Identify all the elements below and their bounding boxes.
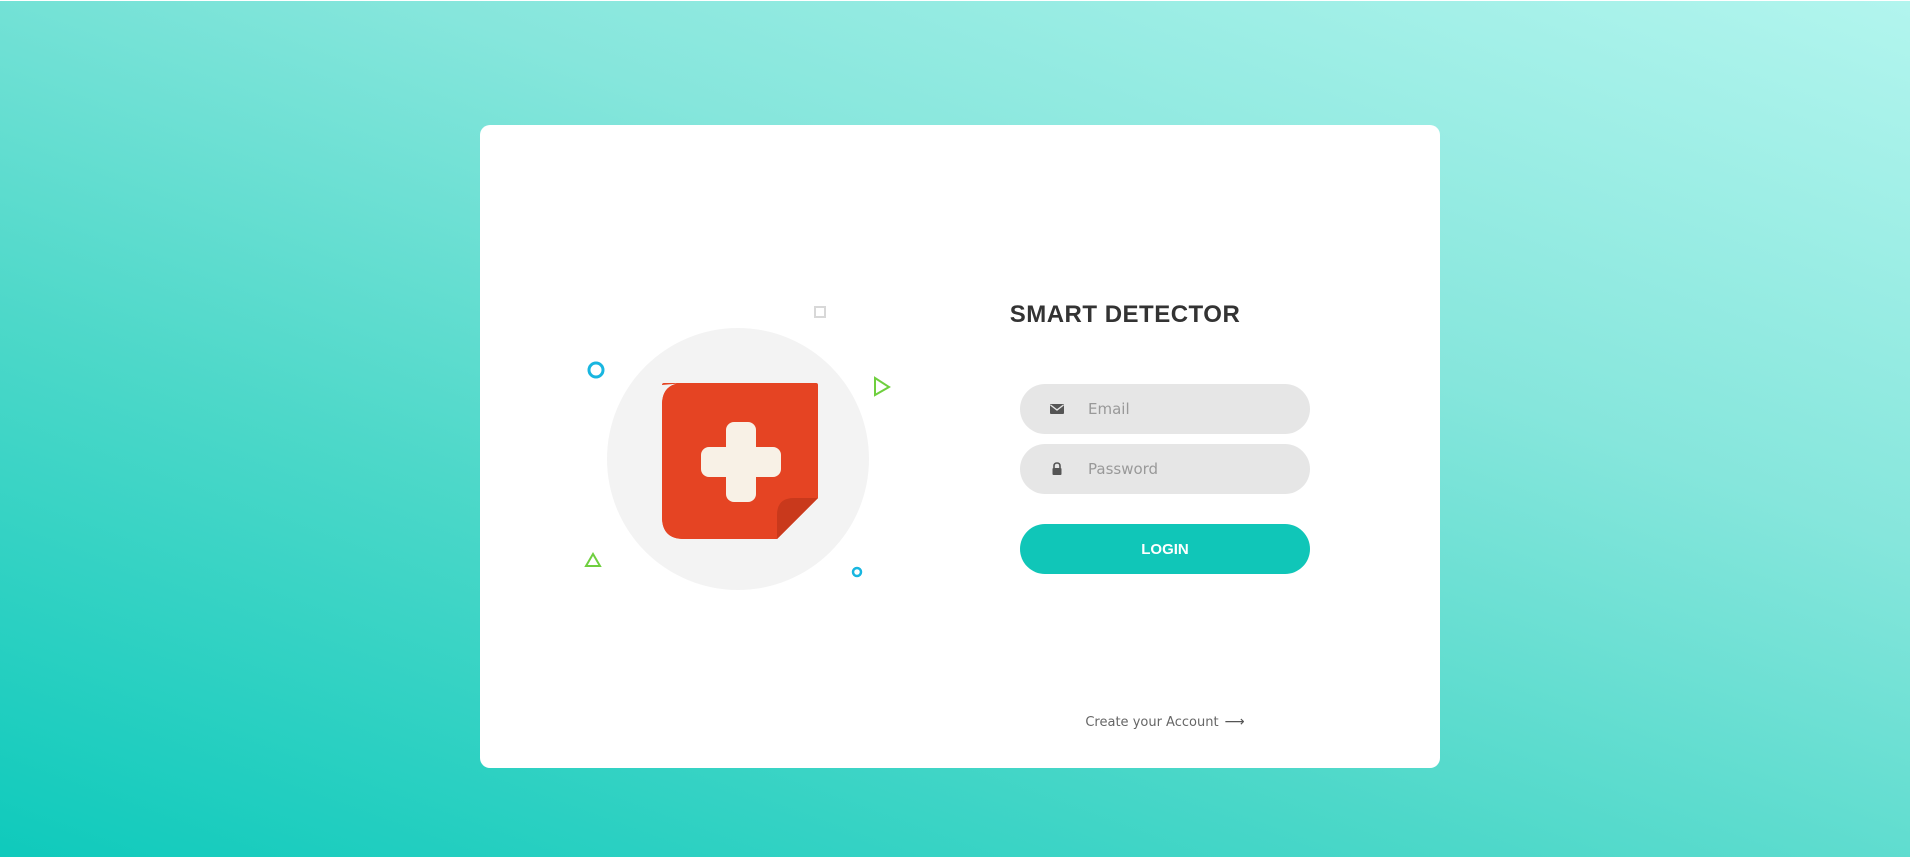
medical-plus-note-icon [662,383,818,539]
password-field[interactable] [1020,444,1310,494]
arrow-right-icon: ⟶ [1224,714,1245,730]
deco-triangle-up [584,552,602,567]
illustration [480,125,960,768]
deco-circle-small [851,566,863,578]
create-account-label: Create your Account [1085,715,1219,730]
illustration-graphic [584,306,891,590]
email-field[interactable] [1020,384,1310,434]
deco-circle-large [587,361,605,379]
deco-triangle-right [874,376,891,397]
app-title: SMART DETECTOR [1009,301,1241,328]
login-card: SMART DETECTOR Login Create your Account… [480,125,1440,768]
login-button[interactable]: Login [1020,524,1310,574]
password-input[interactable] [1020,444,1310,494]
create-account-link[interactable]: Create your Account ⟶ [1020,714,1310,730]
email-input[interactable] [1020,384,1310,434]
deco-square [814,306,826,318]
